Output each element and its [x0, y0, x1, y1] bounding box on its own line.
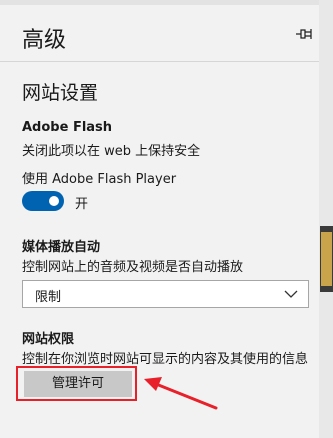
autoplay-selected-value: 限制	[35, 290, 62, 305]
scrollbar-track[interactable]	[319, 0, 333, 438]
scrollbar-thumb-inner	[321, 232, 332, 286]
adobe-flash-description: 关闭此项以在 web 上保持安全	[22, 144, 201, 159]
site-permissions-heading: 网站权限	[22, 332, 75, 347]
autoplay-select[interactable]: 限制	[22, 280, 309, 308]
toggle-knob	[49, 196, 59, 206]
site-permissions-description: 控制在你浏览时网站可显示的内容及其使用的信息	[22, 352, 309, 367]
flash-toggle-state: 开	[75, 197, 89, 212]
autoplay-description: 控制网站上的音频及视频是否自动播放	[22, 260, 244, 275]
chevron-down-icon	[284, 290, 298, 298]
page-title: 高级	[22, 28, 67, 53]
advanced-settings-panel: 高级 网站设置 Adobe Flash 关闭此项以在 web 上保持安全 使用 …	[0, 0, 333, 438]
flash-toggle[interactable]	[22, 191, 64, 211]
highlight-box	[16, 366, 137, 401]
annotation-arrow-icon	[144, 377, 218, 410]
adobe-flash-heading: Adobe Flash	[22, 120, 113, 135]
header-divider	[0, 61, 333, 62]
site-settings-heading: 网站设置	[22, 82, 99, 104]
autoplay-heading: 媒体播放自动	[22, 240, 101, 255]
pin-icon[interactable]	[295, 26, 313, 42]
flash-toggle-label: 使用 Adobe Flash Player	[22, 172, 177, 187]
